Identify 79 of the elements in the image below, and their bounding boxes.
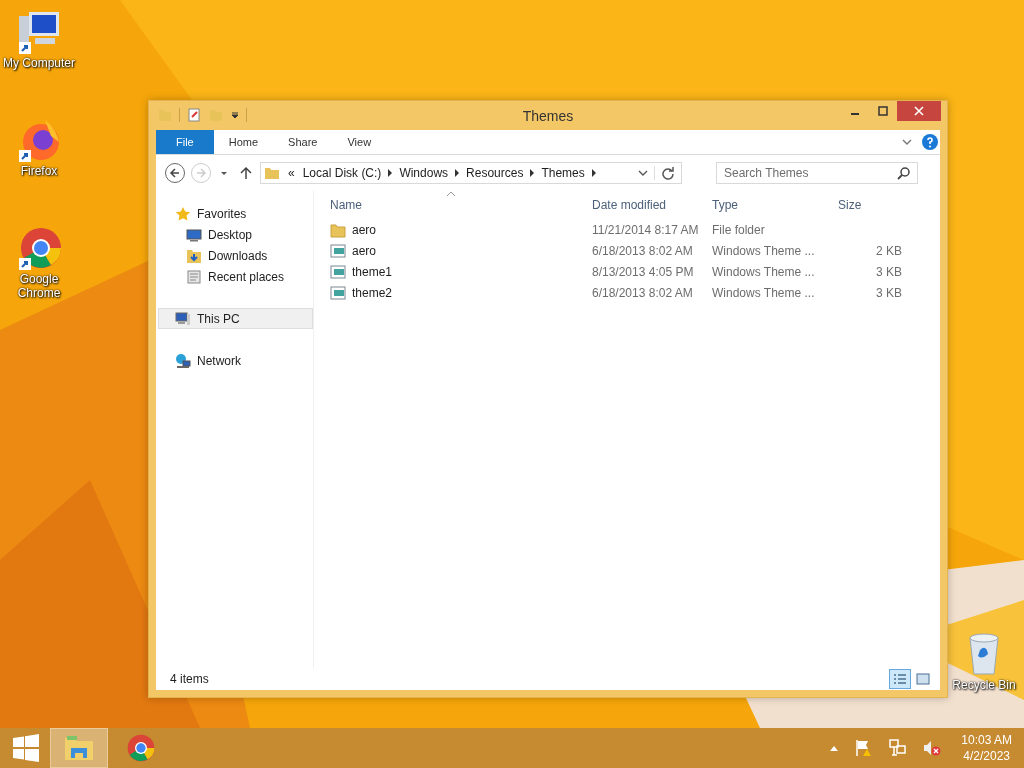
- file-name[interactable]: aero: [352, 243, 377, 258]
- show-hidden-icons-caret-icon[interactable]: [829, 744, 840, 752]
- network-icon: [175, 352, 191, 369]
- chrome-icon: [125, 732, 157, 764]
- search-icon[interactable]: [897, 166, 911, 180]
- breadcrumb[interactable]: Windows: [399, 166, 449, 180]
- back-button[interactable]: [164, 162, 186, 184]
- clock-time: 10:03 AM: [961, 732, 1012, 748]
- window-title: Themes: [521, 108, 575, 124]
- caret-icon[interactable]: [230, 110, 240, 120]
- file-name[interactable]: theme1: [352, 264, 393, 279]
- breadcrumb[interactable]: Local Disk (C:): [302, 166, 382, 180]
- date-cell-text: 11/21/2014 8:17 AM: [592, 222, 700, 237]
- speaker-muted-icon[interactable]: [923, 739, 942, 757]
- file-explorer-icon: [63, 734, 95, 762]
- size-cell: 2 KB: [876, 243, 902, 258]
- breadcrumb[interactable]: Resources: [466, 166, 524, 180]
- clock-date: 4/2/2023: [963, 748, 1010, 764]
- type-cell-text: Windows Theme ...: [712, 243, 816, 258]
- breadcrumb[interactable]: Themes: [541, 166, 585, 180]
- ribbon-tab[interactable]: File: [156, 130, 214, 154]
- dropdown-caret-icon[interactable]: [638, 168, 648, 178]
- file-explorer-button[interactable]: [50, 728, 108, 768]
- ribbon-tab[interactable]: Home: [213, 130, 274, 154]
- date-cell-text: 8/13/2013 4:05 PM: [592, 264, 695, 279]
- column-header[interactable]: Name: [324, 198, 592, 212]
- recent-places-icon: [186, 268, 202, 285]
- size-cell: 3 KB: [876, 264, 902, 279]
- star-icon: [175, 205, 191, 222]
- folder-icon: [264, 165, 280, 181]
- minimize-icon: [851, 113, 859, 115]
- nav-item[interactable]: Desktop: [156, 224, 313, 245]
- help-icon[interactable]: [922, 134, 938, 150]
- address-bar[interactable]: « Local Disk (C:) Windows Resources Themes: [260, 162, 682, 184]
- ribbon-tab[interactable]: Share: [273, 130, 333, 154]
- chevron-right-icon[interactable]: [454, 168, 461, 178]
- size-cell: 3 KB: [876, 285, 902, 300]
- date-cell-text: 6/18/2013 8:02 AM: [592, 243, 694, 258]
- nav-item[interactable]: Favorites: [156, 203, 313, 224]
- windows-logo-icon: [12, 734, 40, 762]
- nav-item[interactable]: This PC: [158, 308, 313, 329]
- details-view-button[interactable]: [889, 669, 911, 689]
- chevron-right-icon[interactable]: [590, 168, 597, 178]
- maximize-icon: [878, 106, 888, 116]
- theme-file-icon: [330, 242, 346, 259]
- close-icon: [914, 106, 924, 116]
- close-button[interactable]: [897, 101, 941, 121]
- chevron-right-icon[interactable]: [387, 168, 394, 178]
- date-cell-text: 6/18/2013 8:02 AM: [592, 285, 694, 300]
- sort-caret-icon[interactable]: [447, 191, 455, 196]
- theme-file-icon: [330, 263, 346, 280]
- column-header[interactable]: Type: [712, 198, 832, 212]
- type-cell-text: File folder: [712, 222, 766, 237]
- column-header[interactable]: Size: [832, 198, 902, 212]
- nav-item[interactable]: Recent places: [156, 266, 313, 287]
- nav-item[interactable]: Downloads: [156, 245, 313, 266]
- chevron-right-icon[interactable]: [529, 168, 536, 178]
- up-arrow-icon[interactable]: [240, 166, 252, 180]
- item-count: 4 items: [170, 672, 209, 686]
- flag-warning-icon[interactable]: [855, 739, 874, 757]
- expand-ribbon-icon[interactable]: [902, 137, 912, 147]
- large-icons-icon: [916, 673, 930, 685]
- file-name[interactable]: aero: [352, 222, 377, 237]
- computer-icon: [175, 310, 191, 327]
- folder-icon: [330, 221, 346, 238]
- download-folder-icon: [186, 247, 202, 264]
- details-list-icon: [893, 673, 907, 685]
- nav-item[interactable]: Network: [156, 350, 313, 371]
- breadcrumb-overflow[interactable]: «: [288, 166, 295, 180]
- theme-file-icon: [330, 284, 346, 301]
- type-cell-text: Windows Theme ...: [712, 285, 816, 300]
- column-header[interactable]: Date modified: [592, 198, 712, 212]
- type-cell-text: Windows Theme ...: [712, 264, 816, 279]
- properties-icon[interactable]: [186, 107, 202, 123]
- ribbon-tab[interactable]: View: [332, 130, 387, 154]
- monitor-icon: [186, 226, 202, 243]
- file-name[interactable]: theme2: [352, 285, 393, 300]
- search-field[interactable]: Search Themes: [716, 162, 918, 184]
- network-icon[interactable]: [889, 739, 908, 757]
